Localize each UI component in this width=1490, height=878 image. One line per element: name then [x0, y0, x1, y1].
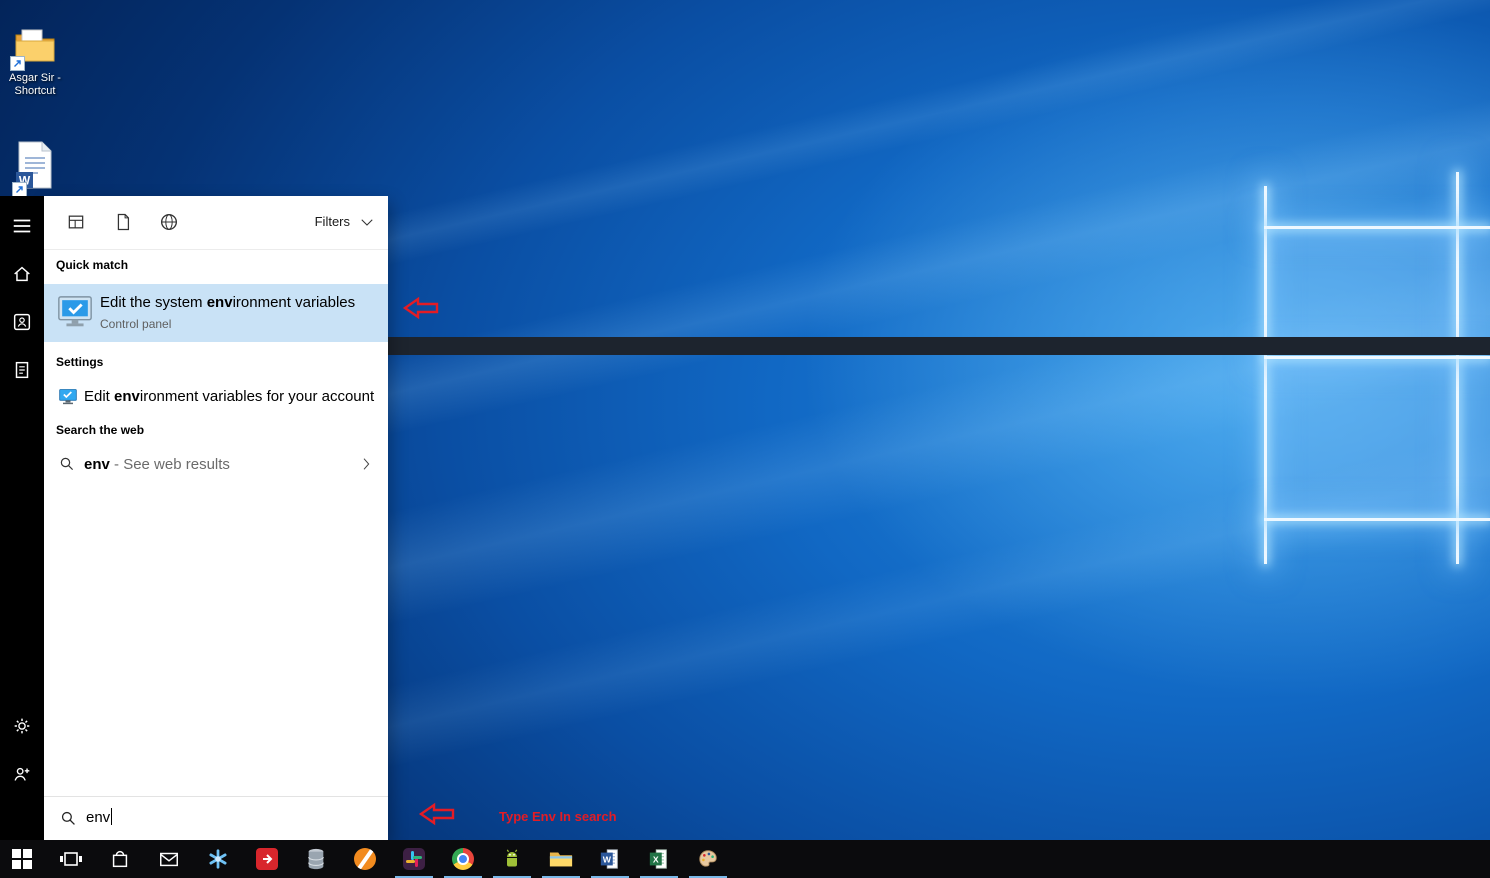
- search-icon: [58, 455, 76, 478]
- title-match-text: env: [207, 294, 233, 311]
- result-edit-system-environment-variables[interactable]: Edit the system environment variables Co…: [44, 284, 388, 342]
- documents-icon[interactable]: [113, 211, 133, 238]
- start-button[interactable]: [0, 840, 44, 878]
- result-web-search[interactable]: env - See web results: [44, 448, 388, 484]
- title-text: Edit: [84, 388, 114, 405]
- title-text: Edit the system: [100, 294, 207, 311]
- search-filter-bar: Filters: [44, 196, 388, 250]
- start-search-panel: Filters Quick match Edit the system envi…: [44, 196, 388, 840]
- android-studio-icon[interactable]: [490, 840, 534, 878]
- window-frame-line: [1264, 186, 1267, 564]
- chrome-icon[interactable]: [441, 840, 485, 878]
- mail-icon[interactable]: [147, 840, 191, 878]
- window-frame-line: [1264, 518, 1490, 521]
- taskbar: W X: [0, 840, 1490, 878]
- window-pane: [1459, 359, 1490, 518]
- label-line-1: Asgar Sir -: [2, 72, 68, 85]
- result-subtitle: Control panel: [100, 317, 171, 331]
- excel-icon[interactable]: X: [637, 840, 681, 878]
- svg-text:W: W: [603, 854, 612, 864]
- desktop-icon-folder-shortcut[interactable]: Asgar Sir - Shortcut: [2, 26, 68, 98]
- word-icon[interactable]: W: [588, 840, 632, 878]
- store-icon[interactable]: [98, 840, 142, 878]
- folder-icon: [12, 26, 58, 69]
- search-sidebar: [0, 196, 44, 840]
- window-frame-line: [1264, 226, 1490, 229]
- chevron-right-icon[interactable]: [358, 456, 374, 477]
- title-match-text: env: [114, 388, 140, 405]
- desktop-icon-word-shortcut[interactable]: W: [6, 140, 62, 195]
- settings-monitor-icon: [58, 387, 78, 412]
- annotation-arrow-result: [402, 295, 440, 326]
- system-properties-icon: [56, 294, 94, 337]
- paint-icon[interactable]: [686, 840, 730, 878]
- task-view-button[interactable]: [49, 840, 93, 878]
- shortcut-arrow-icon: [12, 182, 27, 197]
- shortcut-arrow-icon: [10, 56, 25, 71]
- share-icon[interactable]: [0, 754, 44, 794]
- search-icon: [59, 809, 78, 833]
- word-document-icon: W: [14, 140, 54, 195]
- menu-icon[interactable]: [0, 206, 44, 246]
- contacts-icon[interactable]: [0, 302, 44, 342]
- file-explorer-icon[interactable]: [539, 840, 583, 878]
- text-cursor: [111, 808, 112, 825]
- label-line-2: Shortcut: [2, 85, 68, 98]
- app-blue-icon[interactable]: [196, 840, 240, 878]
- web-query-text: env: [84, 456, 110, 473]
- result-title: Edit environment variables for your acco…: [84, 388, 374, 405]
- title-text: ironment variables for your account: [140, 388, 374, 405]
- quick-match-header: Quick match: [56, 258, 128, 272]
- annotation-arrow-search: [418, 801, 456, 832]
- window-frame-line: [1456, 172, 1459, 564]
- title-text: ironment variables: [233, 294, 356, 311]
- web-result-text: env - See web results: [84, 456, 230, 473]
- database-icon[interactable]: [294, 840, 338, 878]
- result-title: Edit the system environment variables: [100, 294, 355, 311]
- search-input[interactable]: env: [44, 796, 388, 840]
- chevron-down-icon[interactable]: [358, 213, 376, 236]
- search-input-value: env: [86, 808, 112, 826]
- slack-icon[interactable]: [392, 840, 436, 878]
- annotation-note: Type Env In search: [499, 809, 617, 824]
- app-red-icon[interactable]: [245, 840, 289, 878]
- svg-text:X: X: [653, 854, 659, 864]
- app-orange-icon[interactable]: [343, 840, 387, 878]
- web-rest-text: - See web results: [110, 456, 230, 473]
- search-query-text: env: [86, 809, 110, 826]
- desktop-icon-label: Asgar Sir - Shortcut: [2, 72, 68, 98]
- window-frame-line: [1264, 356, 1490, 359]
- apps-icon[interactable]: [66, 211, 86, 238]
- web-icon[interactable]: [158, 211, 180, 238]
- settings-header: Settings: [56, 355, 103, 369]
- filters-label[interactable]: Filters: [315, 214, 350, 229]
- notebook-icon[interactable]: [0, 350, 44, 390]
- home-icon[interactable]: [0, 254, 44, 294]
- settings-icon[interactable]: [0, 706, 44, 746]
- result-edit-env-for-account[interactable]: Edit environment variables for your acco…: [44, 380, 388, 416]
- window-pane: [1267, 359, 1456, 518]
- search-the-web-header: Search the web: [56, 423, 144, 437]
